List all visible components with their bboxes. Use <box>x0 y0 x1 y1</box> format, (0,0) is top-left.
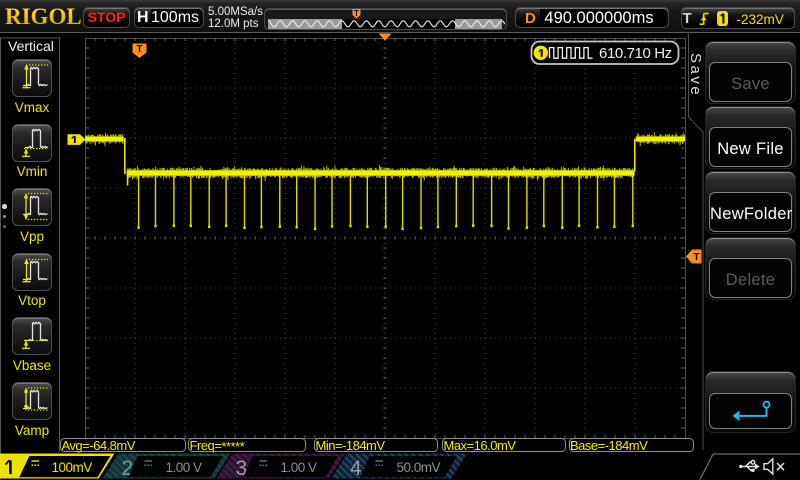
svg-text:T: T <box>693 252 699 263</box>
svg-text:1.00 V: 1.00 V <box>281 460 318 475</box>
svg-text:100mV: 100mV <box>52 460 93 475</box>
svg-text:1.00 V: 1.00 V <box>166 460 203 475</box>
svg-text:4: 4 <box>350 457 362 480</box>
svg-text:T: T <box>136 44 142 55</box>
svg-text:610.710 Hz: 610.710 Hz <box>599 45 672 62</box>
svg-text:50.0mV: 50.0mV <box>397 460 441 475</box>
